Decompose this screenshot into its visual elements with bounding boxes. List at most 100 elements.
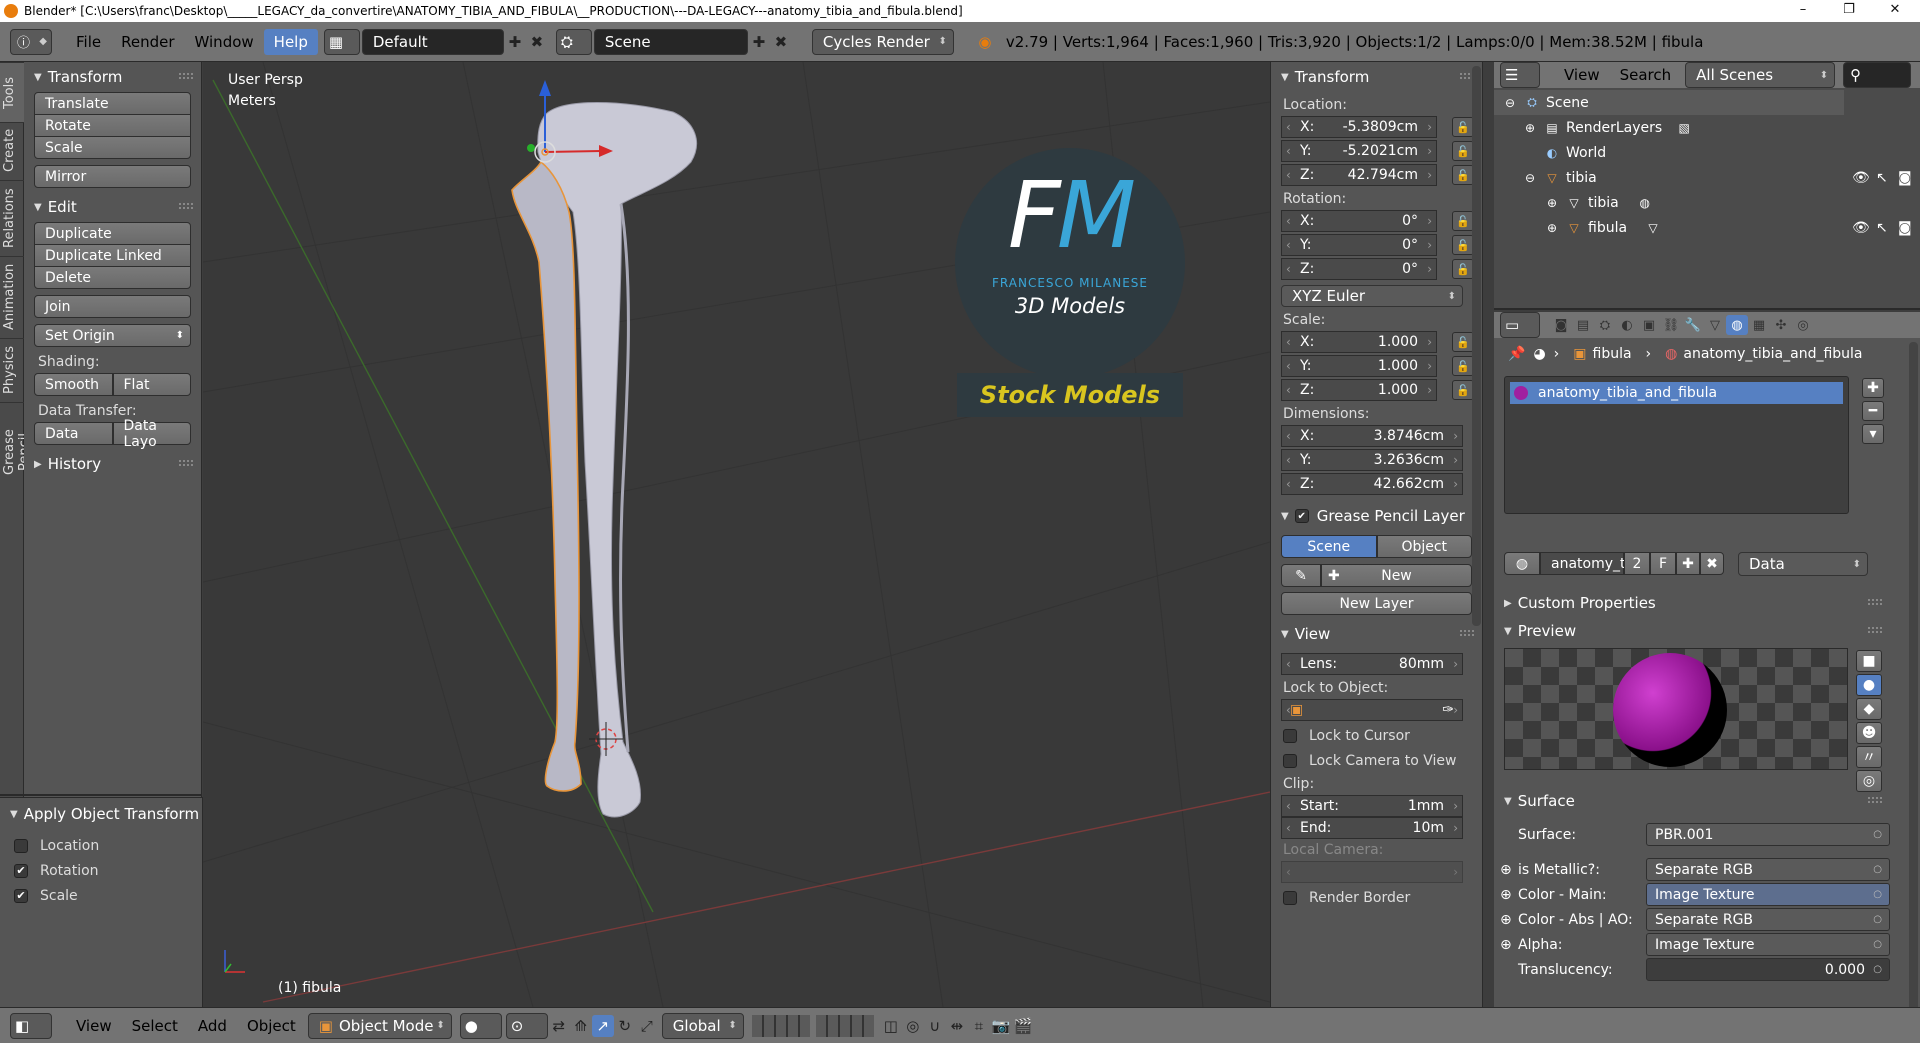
- mode-select[interactable]: ▣ Object Mode ⬍: [307, 1012, 452, 1039]
- snap-target-icon[interactable]: ⌗: [968, 1015, 990, 1037]
- menu-file[interactable]: File: [66, 29, 111, 55]
- lock-icon[interactable]: 🔓: [1452, 211, 1474, 231]
- menu-view[interactable]: View: [66, 1017, 122, 1035]
- rotation-x-field[interactable]: X: 0°: [1281, 210, 1437, 232]
- material-tab-icon[interactable]: ◍: [1726, 315, 1748, 335]
- monkey-preview-icon[interactable]: ☻: [1856, 722, 1882, 744]
- mirror-button[interactable]: Mirror: [34, 165, 191, 188]
- outliner-row-tibia[interactable]: ⊖ ▽ tibia 👁 ↖ ◙: [1494, 165, 1920, 190]
- gp-scene-button[interactable]: Scene: [1281, 535, 1377, 558]
- eyedropper-icon[interactable]: ✑: [1442, 702, 1454, 718]
- rotate-button[interactable]: Rotate: [34, 114, 191, 137]
- color-main-value[interactable]: Image Texture: [1646, 883, 1890, 906]
- selectable-arrow-icon[interactable]: ↖: [1876, 220, 1888, 236]
- layout-browse-button[interactable]: ▦: [323, 28, 360, 55]
- color-abs-row[interactable]: ⊕ Color - Abs | AO: Separate RGB: [1494, 907, 1894, 932]
- lock-icon[interactable]: 🔓: [1452, 356, 1474, 376]
- color-abs-value[interactable]: Separate RGB: [1646, 908, 1890, 931]
- expand-icon[interactable]: ⊕: [1500, 862, 1512, 878]
- rotate-manipulator-icon[interactable]: ↻: [614, 1015, 636, 1037]
- translate-manipulator-icon[interactable]: ⟰: [570, 1015, 592, 1037]
- render-tab-icon[interactable]: ◙: [1550, 315, 1572, 335]
- selectable-arrow-icon[interactable]: ↖: [1876, 170, 1888, 186]
- lens-field[interactable]: Lens: 80mm: [1281, 653, 1463, 675]
- props-editor-type-button[interactable]: ▭: [1500, 312, 1540, 338]
- unlink-material-icon[interactable]: ✖: [1700, 552, 1724, 575]
- checkmark-icon[interactable]: ✔: [14, 888, 28, 903]
- sphere-preview-icon[interactable]: ●: [1856, 674, 1882, 696]
- tab-animation[interactable]: Animation: [0, 256, 24, 338]
- add-scene-icon[interactable]: ✚: [748, 31, 770, 53]
- new-material-icon[interactable]: ✚: [1676, 552, 1700, 575]
- lock-icon[interactable]: 🔓: [1452, 235, 1474, 255]
- menu-add[interactable]: Add: [188, 1017, 237, 1035]
- duplicate-button[interactable]: Duplicate: [34, 222, 191, 245]
- layout-name-field[interactable]: Default: [361, 28, 504, 55]
- constraints-tab-icon[interactable]: ⛓: [1660, 315, 1682, 335]
- transform-panel-header[interactable]: ▼ Transform: [24, 64, 201, 90]
- add-slot-icon[interactable]: ✚: [1862, 378, 1884, 398]
- lock-object-field[interactable]: ▣✑: [1281, 699, 1463, 721]
- color-main-row[interactable]: ⊕ Color - Main: Image Texture: [1494, 882, 1894, 907]
- expand-icon[interactable]: ⊕: [1544, 195, 1560, 211]
- rotation-y-field[interactable]: Y: 0°: [1281, 234, 1437, 256]
- scale-x-field[interactable]: X: 1.000: [1281, 331, 1437, 353]
- tab-grease-pencil[interactable]: Grease Pencil: [0, 402, 32, 502]
- expand-icon[interactable]: ⊕: [1500, 912, 1512, 928]
- location-y-field[interactable]: Y: -5.2021cm: [1281, 140, 1437, 162]
- 3d-viewport[interactable]: User Persp Meters (1) fibula FM FRANCESC…: [203, 62, 1270, 1007]
- material-slot-item[interactable]: anatomy_tibia_and_fibula: [1510, 382, 1843, 404]
- smooth-button[interactable]: Smooth: [34, 373, 113, 396]
- lock-icon[interactable]: 🔓: [1452, 380, 1474, 400]
- history-panel-header[interactable]: ▶ History: [24, 451, 201, 477]
- pencil-icon[interactable]: ✎: [1281, 564, 1321, 587]
- checkbox-unchecked[interactable]: [14, 838, 28, 853]
- properties-scrollbar[interactable]: [1909, 342, 1918, 1012]
- snap-element-icon[interactable]: ⇹: [946, 1015, 968, 1037]
- checkbox-unchecked[interactable]: [1283, 890, 1297, 905]
- alpha-value[interactable]: Image Texture: [1646, 933, 1890, 956]
- view3d-editor-type-button[interactable]: ◧: [10, 1012, 52, 1039]
- menu-select[interactable]: Select: [122, 1017, 188, 1035]
- proportional-edit-icon[interactable]: ◎: [902, 1015, 924, 1037]
- outliner-row-renderlayers[interactable]: ⊕ ▤ RenderLayers ▧: [1494, 115, 1920, 140]
- lock-icon[interactable]: 🔓: [1452, 141, 1474, 161]
- rotation-mode-select[interactable]: XYZ Euler ⬍: [1281, 285, 1463, 307]
- clip-end-field[interactable]: End: 10m: [1281, 817, 1463, 839]
- lock-icon[interactable]: 🔓: [1452, 165, 1474, 185]
- drag-grip-icon[interactable]: [1868, 599, 1882, 605]
- remove-slot-icon[interactable]: ━: [1862, 401, 1884, 421]
- menu-window[interactable]: Window: [185, 29, 264, 55]
- slot-menu-icon[interactable]: ▾: [1862, 424, 1884, 444]
- expand-icon[interactable]: ⊕: [1500, 887, 1512, 903]
- manipulator-toggle-icon[interactable]: ⇄: [548, 1015, 570, 1037]
- expand-icon[interactable]: ⊕: [1500, 937, 1512, 953]
- drag-grip-icon[interactable]: [1868, 627, 1882, 633]
- metallic-row[interactable]: ⊕ is Metallic?: Separate RGB: [1494, 857, 1894, 882]
- maximize-button[interactable]: ❐: [1826, 0, 1872, 22]
- translucency-value[interactable]: 0.000: [1646, 958, 1890, 981]
- menu-help[interactable]: Help: [263, 28, 318, 55]
- opengl-animation-icon[interactable]: 🎬: [1012, 1015, 1034, 1037]
- particles-tab-icon[interactable]: ✣: [1770, 315, 1792, 335]
- texture-tab-icon[interactable]: ▦: [1748, 315, 1770, 335]
- visibility-eye-icon[interactable]: 👁: [1852, 220, 1870, 236]
- scene-tab-icon[interactable]: ⛭: [1594, 315, 1616, 335]
- pin-icon[interactable]: 📌: [1508, 346, 1525, 362]
- tab-tools[interactable]: Tools: [0, 62, 24, 122]
- scale-manipulator-icon[interactable]: ⤢: [636, 1015, 658, 1037]
- dimension-y-field[interactable]: Y: 3.2636cm: [1281, 449, 1463, 471]
- data-transfer-button[interactable]: Data: [34, 422, 113, 445]
- data-layout-button[interactable]: Data Layo: [112, 418, 191, 450]
- dimension-z-field[interactable]: Z: 42.662cm: [1281, 473, 1463, 495]
- material-users-count[interactable]: 2: [1624, 552, 1650, 575]
- translucency-row[interactable]: Translucency: 0.000: [1494, 957, 1894, 982]
- local-camera-field[interactable]: [1281, 861, 1463, 883]
- renderlayers-tab-icon[interactable]: ▤: [1572, 315, 1594, 335]
- alpha-row[interactable]: ⊕ Alpha: Image Texture: [1494, 932, 1894, 957]
- layer-buttons-right[interactable]: [815, 1014, 874, 1037]
- region-divider[interactable]: [0, 794, 202, 796]
- duplicate-linked-button[interactable]: Duplicate Linked: [34, 244, 191, 267]
- custom-props-header[interactable]: ▶ Custom Properties: [1494, 590, 1890, 616]
- collapse-icon[interactable]: ⊖: [1502, 95, 1518, 111]
